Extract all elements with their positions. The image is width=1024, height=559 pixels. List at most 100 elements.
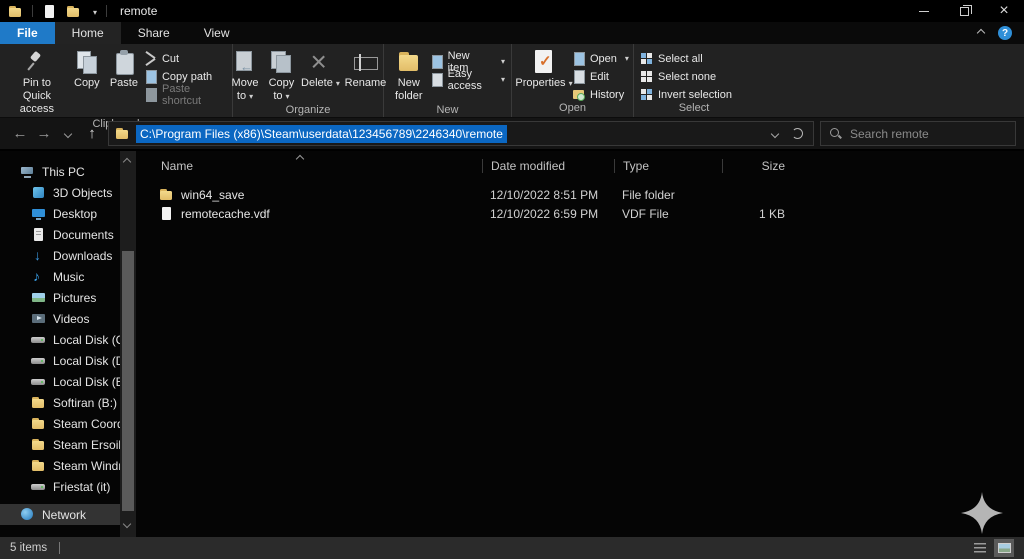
sidebar-item-friestat[interactable]: Friestat (it): [0, 476, 121, 497]
download-icon: [31, 247, 46, 263]
refresh-icon[interactable]: [792, 128, 803, 139]
sidebar-item-pictures[interactable]: Pictures: [0, 287, 121, 308]
thumbnail-view-button[interactable]: [994, 539, 1014, 557]
sidebar-item-local-disk-c[interactable]: Local Disk (C:): [0, 329, 121, 350]
sidebar-item-steam-windrlex[interactable]: Steam Windrlex: [0, 455, 121, 476]
sidebar-item-videos[interactable]: Videos: [0, 308, 121, 329]
close-button[interactable]: [984, 0, 1024, 22]
cut-button[interactable]: Cut: [144, 51, 226, 66]
tab-home[interactable]: Home: [54, 22, 121, 44]
column-headers: Name Date modified Type Size: [137, 154, 1024, 177]
group-label-organize: Organize: [285, 104, 331, 117]
rename-button[interactable]: Rename: [342, 48, 388, 91]
sidebar-item-local-disk-e[interactable]: Local Disk (E:): [0, 371, 121, 392]
address-path-selected[interactable]: C:\Program Files (x86)\Steam\userdata\12…: [136, 124, 507, 143]
help-icon[interactable]: ?: [998, 26, 1012, 40]
thumbnail-view-icon: [997, 543, 1011, 553]
edit-button[interactable]: Edit: [572, 69, 629, 84]
sidebar-item-downloads[interactable]: Downloads: [0, 245, 121, 266]
folder-icon: [31, 416, 46, 431]
scroll-down-icon[interactable]: [122, 519, 132, 529]
properties-icon: [531, 49, 557, 75]
ribbon-group-open: Properties Open Edit History Open: [512, 44, 634, 117]
history-button[interactable]: History: [572, 87, 629, 102]
sort-ascending-icon: [295, 154, 305, 164]
separator: [59, 542, 61, 554]
sidebar-item-desktop[interactable]: Desktop: [0, 203, 121, 224]
restore-button[interactable]: [944, 0, 984, 22]
customize-toolbar-icon[interactable]: [90, 4, 97, 18]
paste-shortcut-icon: [144, 88, 157, 102]
select-none-icon: [640, 70, 653, 83]
new-folder-shortcut-icon[interactable]: [66, 4, 81, 19]
forward-button[interactable]: →: [32, 122, 56, 146]
copy-button[interactable]: Copy: [70, 48, 104, 91]
file-row-remotecache[interactable]: remotecache.vdf 12/10/2022 6:59 PM VDF F…: [137, 204, 1024, 223]
delete-button[interactable]: Delete: [300, 45, 340, 91]
easy-access-button[interactable]: Easy access: [430, 68, 505, 92]
search-input[interactable]: [850, 126, 1007, 141]
open-button[interactable]: Open: [572, 51, 629, 66]
sidebar-scrollbar[interactable]: [120, 151, 136, 537]
cut-icon: [144, 52, 157, 65]
minimize-icon: [919, 10, 929, 12]
tab-file[interactable]: File: [0, 22, 55, 44]
network-icon: [20, 507, 35, 522]
document-icon: [31, 227, 46, 242]
recent-locations-button[interactable]: [56, 122, 80, 146]
drive-icon: [31, 353, 46, 368]
new-folder-button[interactable]: New folder: [390, 48, 428, 104]
search-box[interactable]: [820, 121, 1016, 146]
column-header-date-modified[interactable]: Date modified: [482, 159, 614, 173]
sidebar-item-this-pc[interactable]: This PC: [0, 161, 121, 182]
sidebar-item-steam-ersoili[interactable]: Steam Ersoili: [0, 434, 121, 455]
up-button[interactable]: ↑: [80, 122, 104, 146]
paste-button[interactable]: Paste: [106, 48, 142, 91]
tab-view[interactable]: View: [187, 22, 247, 44]
copy-to-button[interactable]: Copy to: [264, 48, 298, 104]
sidebar-item-documents[interactable]: Documents: [0, 224, 121, 245]
file-row-win64-save[interactable]: win64_save 12/10/2022 8:51 PM File folde…: [137, 185, 1024, 204]
select-none-button[interactable]: Select none: [640, 69, 732, 84]
quick-access-toolbar: remote: [0, 4, 157, 19]
copy-path-icon: [144, 70, 157, 84]
sidebar-item-3d-objects[interactable]: 3D Objects: [0, 182, 121, 203]
column-header-name[interactable]: Name: [137, 154, 482, 173]
restore-icon: [959, 4, 972, 16]
file-icon: [159, 206, 174, 221]
back-button[interactable]: ←: [8, 122, 32, 146]
column-header-type[interactable]: Type: [614, 159, 722, 173]
move-to-button[interactable]: Move to: [228, 48, 263, 104]
edit-icon: [572, 70, 585, 84]
properties-button[interactable]: Properties: [515, 48, 570, 91]
scrollbar-thumb[interactable]: [122, 251, 134, 511]
ribbon: Pin to Quick access Copy Paste Cut Copy …: [0, 44, 1024, 130]
sidebar-item-softiran[interactable]: Softiran (B:): [0, 392, 121, 413]
window-title: remote: [120, 4, 158, 18]
navigation-pane: This PC 3D Objects Desktop Documents Dow…: [0, 151, 137, 537]
pc-icon: [20, 164, 35, 179]
status-bar: 5 items: [0, 537, 1024, 559]
scroll-up-icon[interactable]: [122, 157, 132, 167]
properties-shortcut-icon[interactable]: [42, 4, 57, 19]
ribbon-group-organize: Move to Copy to Delete Rename Organize: [232, 44, 386, 117]
sidebar-item-music[interactable]: Music: [0, 266, 121, 287]
details-view-button[interactable]: [970, 539, 990, 557]
tab-share[interactable]: Share: [121, 22, 187, 44]
select-all-button[interactable]: Select all: [640, 51, 732, 66]
collapse-ribbon-icon[interactable]: [976, 28, 986, 38]
address-bar[interactable]: C:\Program Files (x86)\Steam\userdata\12…: [108, 121, 814, 146]
sparkle-icon: [961, 492, 1003, 534]
paste-shortcut-button[interactable]: Paste shortcut: [144, 83, 226, 107]
details-view-icon: [974, 543, 986, 553]
address-dropdown-icon[interactable]: [770, 129, 780, 138]
invert-selection-button[interactable]: Invert selection: [640, 87, 732, 102]
cube-icon: [31, 185, 46, 200]
sidebar-item-steam-coordina[interactable]: Steam Coordina: [0, 413, 121, 434]
sidebar-item-network[interactable]: Network: [0, 504, 121, 525]
close-icon: [999, 3, 1008, 19]
column-header-size[interactable]: Size: [722, 159, 797, 173]
pin-to-quick-access-button[interactable]: Pin to Quick access: [6, 48, 68, 118]
minimize-button[interactable]: [904, 0, 944, 22]
sidebar-item-local-disk-d[interactable]: Local Disk (D:): [0, 350, 121, 371]
